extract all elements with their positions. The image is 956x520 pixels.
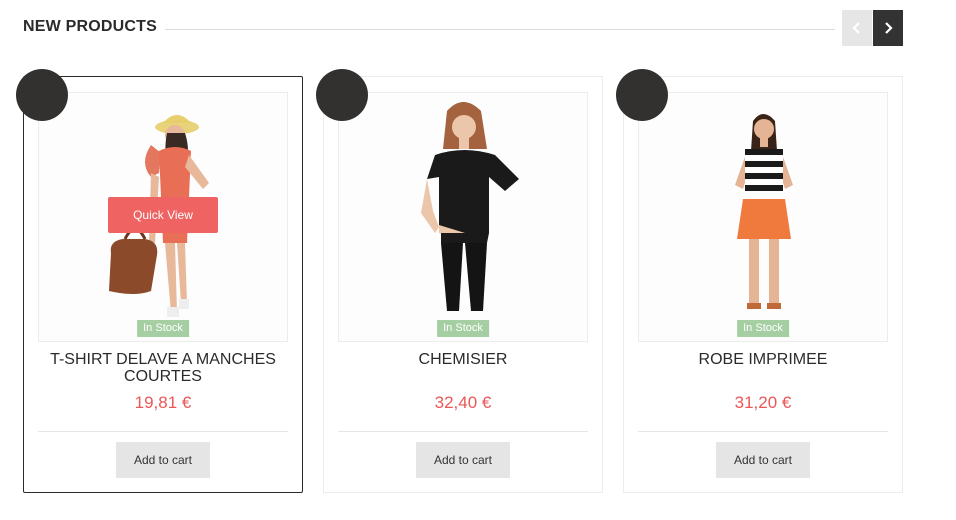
header-divider — [165, 29, 835, 30]
add-to-cart-button[interactable]: Add to cart — [716, 442, 810, 478]
carousel-prev-button[interactable] — [842, 10, 872, 46]
product-badge — [616, 69, 668, 121]
stock-badge: In Stock — [737, 320, 789, 337]
product-badge — [316, 69, 368, 121]
product-card[interactable]: In Stock ROBE IMPRIMEE 31,20 € Add to ca… — [616, 69, 903, 493]
product-badge — [16, 69, 68, 121]
chevron-left-icon — [852, 22, 860, 34]
product-name-link[interactable]: T-SHIRT DELAVE A MANCHES COURTES — [34, 351, 292, 385]
product-price: 32,40 € — [434, 393, 492, 412]
product-image[interactable]: In Stock — [338, 92, 588, 342]
product-name-link[interactable]: ROBE IMPRIMEE — [634, 351, 892, 368]
product-card[interactable]: In Stock CHEMISIER 32,40 € Add to cart — [316, 69, 603, 493]
stock-badge: In Stock — [137, 320, 189, 337]
carousel-next-button[interactable] — [873, 10, 903, 46]
product-image[interactable]: In Stock — [638, 92, 888, 342]
add-to-cart-button[interactable]: Add to cart — [416, 442, 510, 478]
product-price: 19,81 € — [134, 393, 192, 412]
product-price: 31,20 € — [734, 393, 792, 412]
chevron-right-icon — [885, 22, 893, 34]
product-card[interactable]: In Stock Quick View T-SHIRT DELAVE A MAN… — [16, 69, 303, 493]
section-header: NEW PRODUCTS — [23, 10, 903, 48]
section-title: NEW PRODUCTS — [23, 18, 157, 35]
product-name-link[interactable]: CHEMISIER — [334, 351, 592, 368]
card-divider — [338, 431, 588, 432]
add-to-cart-button[interactable]: Add to cart — [116, 442, 210, 478]
product-photo-model-black-blouse — [421, 102, 519, 311]
product-photo-model-orange-skirt — [735, 114, 793, 309]
card-divider — [38, 431, 288, 432]
quick-view-button[interactable]: Quick View — [108, 197, 218, 233]
stock-badge: In Stock — [437, 320, 489, 337]
card-divider — [638, 431, 888, 432]
